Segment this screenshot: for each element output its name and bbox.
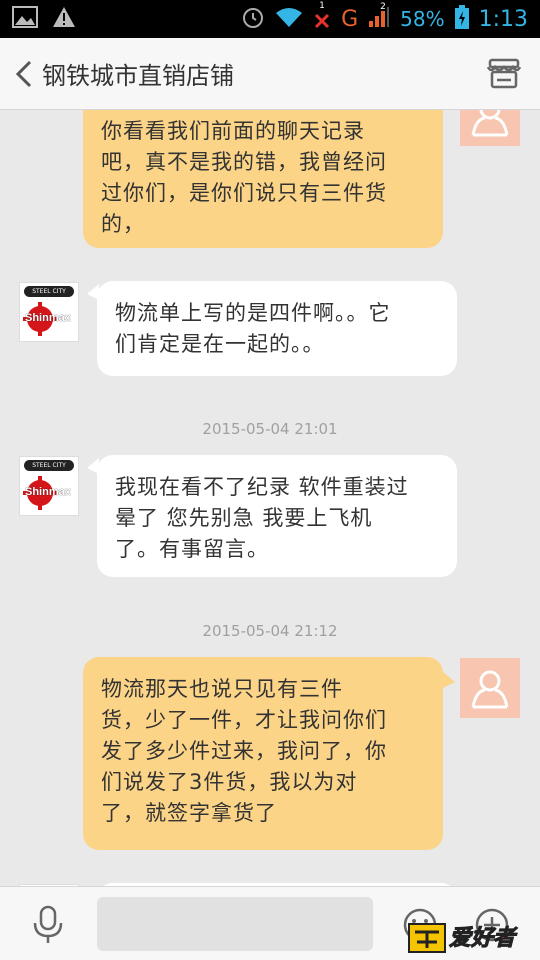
watermark-logo: 爱好者 <box>405 916 535 956</box>
steel-city-logo: STEEL CITY <box>24 460 74 471</box>
message-bubble-received[interactable]: 我现在看不了纪录 软件重装过 晕了 您先别急 我要上飞机 了。有事留言。 <box>97 455 457 577</box>
message-line: 货，少了一件，才让我问你们 <box>101 708 387 732</box>
store-icon[interactable] <box>486 56 522 92</box>
alarm-icon <box>241 5 265 33</box>
microphone-icon[interactable] <box>30 905 66 945</box>
message-line: 吧，真不是我的错，我曾经问 <box>101 150 387 174</box>
shinmax-logo-text: Shinmax <box>25 312 71 324</box>
watermark-mascot-icon <box>408 923 446 953</box>
wifi-icon <box>275 6 303 32</box>
shop-avatar[interactable]: STEEL CITY Shinmax <box>19 282 79 342</box>
message-bubble-received[interactable]: 物流单上写的是四件啊。。它 们肯定是在一起的。。 <box>97 281 457 376</box>
battery-icon <box>454 5 469 33</box>
message-line: 了。有事留言。 <box>115 537 269 561</box>
user-avatar[interactable] <box>460 110 520 146</box>
network-type-label: G <box>341 6 359 32</box>
watermark-text: 爱好者 <box>448 926 516 952</box>
message-line: 发了多少件过来，我问了，你 <box>101 739 387 763</box>
title-bar: 钢铁城市直销店铺 <box>0 38 540 110</box>
message-line: 们说发了3件货，我以为对 <box>101 770 358 794</box>
chat-area[interactable]: 你看看我们前面的聊天记录 吧，真不是我的错，我曾经问 过你们，是你们说只有三件货… <box>0 110 540 886</box>
bubble-tail <box>443 672 455 688</box>
signal-icon: 2 <box>368 2 390 32</box>
battery-percent: 58% <box>400 7 445 31</box>
shinmax-logo-text: Shinmax <box>25 486 71 498</box>
chevron-left-icon[interactable] <box>6 56 42 92</box>
message-line: 物流单上写的是四件啊。。它 <box>115 301 391 325</box>
clock: 1:13 <box>478 6 528 32</box>
message-line: 物流那天也说只见有三件 <box>101 677 343 701</box>
message-line: 的， <box>101 212 145 236</box>
user-avatar[interactable] <box>460 658 520 718</box>
message-input[interactable] <box>97 897 373 951</box>
status-bar: 1 G 2 58% 1:13 <box>0 0 540 38</box>
shop-avatar[interactable]: STEEL CITY Shinmax <box>19 456 79 516</box>
message-line: 我现在看不了纪录 软件重装过 <box>115 475 409 499</box>
page-title: 钢铁城市直销店铺 <box>42 62 234 90</box>
message-line: 你看看我们前面的聊天记录 <box>101 119 365 143</box>
message-line: 了，就签字拿货了 <box>101 801 277 825</box>
message-line: 过你们，是你们说只有三件货 <box>101 181 387 205</box>
message-bubble-sent[interactable]: 物流那天也说只见有三件 货，少了一件，才让我问你们 发了多少件过来，我问了，你 … <box>83 657 443 850</box>
message-line: 们肯定是在一起的。。 <box>115 332 325 356</box>
image-notification-icon <box>12 6 38 32</box>
timestamp: 2015-05-04 21:01 <box>202 420 338 438</box>
message-line: 晕了 您先别急 我要上飞机 <box>115 506 373 530</box>
sim1-no-signal-icon: 1 <box>313 1 331 33</box>
timestamp: 2015-05-04 21:12 <box>202 622 338 640</box>
warning-icon <box>52 6 76 32</box>
steel-city-logo: STEEL CITY <box>24 286 74 297</box>
message-bubble-sent[interactable]: 你看看我们前面的聊天记录 吧，真不是我的错，我曾经问 过你们，是你们说只有三件货… <box>83 110 443 248</box>
